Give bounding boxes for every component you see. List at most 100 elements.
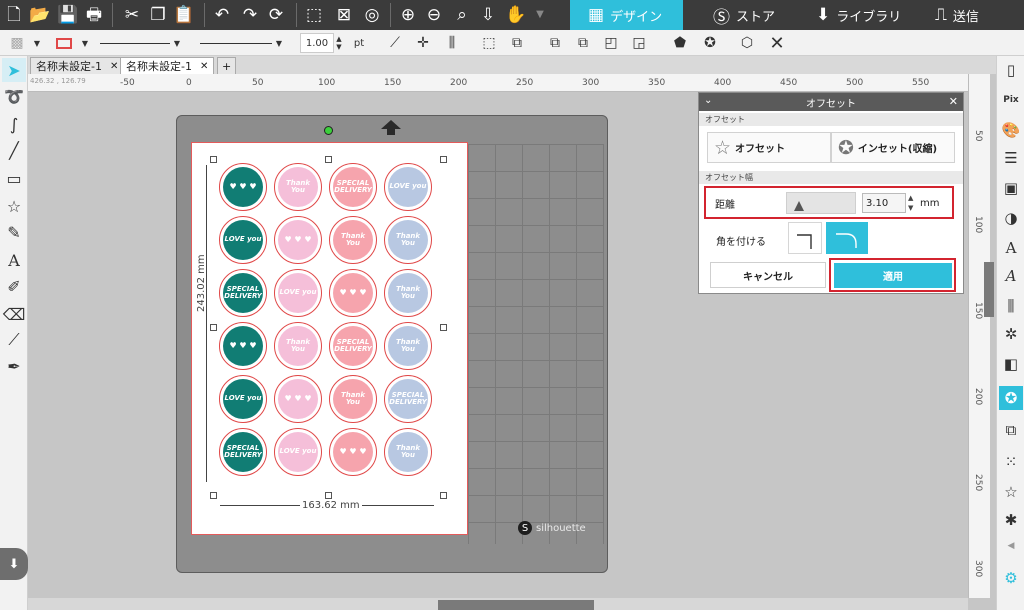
sticker-item[interactable]: ♥ ♥ ♥ — [219, 163, 267, 211]
resize-handle[interactable] — [440, 156, 447, 163]
sticker-item[interactable]: SPECIAL DELIVERY — [219, 269, 267, 317]
sticker-item[interactable]: Thank You — [384, 216, 432, 264]
select-all-icon[interactable]: ⬚ — [302, 3, 326, 27]
undo-icon[interactable]: ↶ — [210, 3, 234, 27]
sketch-icon[interactable]: ✐ — [2, 274, 26, 298]
offset-panel-icon[interactable]: ✪ — [999, 386, 1023, 410]
tab-store[interactable]: Ⓢ ストア — [683, 0, 796, 30]
offset-star-icon[interactable]: ✪ — [698, 33, 722, 53]
sketch-dots-icon[interactable]: ⁙ — [999, 450, 1023, 474]
cut-icon[interactable]: ✂ — [120, 3, 144, 27]
replicate-icon[interactable]: ✲ — [999, 322, 1023, 346]
pencil-icon[interactable]: ✎ — [2, 220, 26, 244]
resize-handle[interactable] — [325, 156, 332, 163]
apply-button[interactable]: 適用 — [834, 263, 952, 288]
fill-color-icon[interactable]: 🎨 — [999, 118, 1023, 142]
resize-handle[interactable] — [440, 324, 447, 331]
line-color-chevron-icon[interactable]: ▼ — [80, 33, 90, 53]
sticker-item[interactable]: Thank You — [329, 375, 377, 423]
select-by-color-icon[interactable]: ◎ — [360, 3, 384, 27]
sticker-item[interactable]: ♥ ♥ ♥ — [274, 216, 322, 264]
star-shape-icon[interactable]: ☆ — [2, 194, 26, 218]
inset-button[interactable]: ✪ インセット(収縮) — [831, 132, 955, 163]
sticker-item[interactable]: ♥ ♥ ♥ — [329, 428, 377, 476]
eraser-icon[interactable]: ⌫ — [2, 302, 26, 326]
favorites-star-icon[interactable]: ☆ — [999, 480, 1023, 504]
delete-x-icon[interactable]: ✕ — [766, 33, 788, 54]
fill-pattern-icon[interactable]: ▩ — [4, 33, 30, 53]
bring-forward-icon[interactable]: ⧉ — [544, 33, 566, 53]
select-arrow-icon[interactable]: ➤ — [2, 58, 26, 82]
distribute-icon[interactable]: ⫼ — [440, 33, 464, 53]
redo-icon[interactable]: ↷ — [238, 3, 262, 27]
sticker-item[interactable]: LOVE you — [384, 163, 432, 211]
text-to-path-icon[interactable]: A — [999, 264, 1023, 288]
doc-tab[interactable]: 名称未設定-1 ✕ — [30, 57, 125, 74]
sticker-item[interactable]: SPECIAL DELIVERY — [219, 428, 267, 476]
sticker-item[interactable]: Thank You — [274, 322, 322, 370]
eyedropper-icon[interactable]: ✒ — [2, 354, 26, 378]
resize-handle[interactable] — [210, 492, 217, 499]
settings-gear-icon[interactable]: ⚙ — [999, 566, 1023, 590]
trace-icon[interactable]: ⧉ — [999, 418, 1023, 442]
sticker-item[interactable]: Thank You — [384, 322, 432, 370]
corner-sharp-button[interactable] — [788, 222, 822, 254]
doc-tab-active[interactable]: 名称未設定-1 ✕ — [120, 57, 215, 74]
rectangle-tool-icon[interactable]: ▭ — [2, 166, 26, 190]
resize-handle[interactable] — [210, 324, 217, 331]
bring-front-icon[interactable]: ◰ — [600, 33, 622, 53]
sticker-item[interactable]: Thank You — [329, 216, 377, 264]
move-cross-icon[interactable]: ✛ — [412, 33, 434, 53]
sticker-item[interactable]: Thank You — [384, 428, 432, 476]
edit-points-icon[interactable]: ➰ — [2, 84, 26, 108]
new-tab-plus-icon[interactable]: + — [217, 57, 237, 74]
close-icon[interactable]: ✕ — [949, 95, 958, 108]
send-back-icon[interactable]: ◲ — [628, 33, 650, 53]
tab-library[interactable]: ⬇ ライブラリ — [796, 0, 909, 30]
sticker-item[interactable]: ♥ ♥ ♥ — [219, 322, 267, 370]
sticker-item[interactable]: ♥ ♥ ♥ — [274, 375, 322, 423]
pattern-icon[interactable]: ▣ — [999, 176, 1023, 200]
move-down-icon[interactable]: ⇩ — [476, 3, 500, 27]
close-icon[interactable]: ✕ — [200, 61, 208, 72]
rotate-handle[interactable] — [324, 126, 333, 135]
fill-dropdown-chevron-icon[interactable]: ▼ — [32, 33, 42, 53]
gradient-icon[interactable]: ◑ — [999, 206, 1023, 230]
new-file-icon[interactable]: 🗋 — [2, 3, 26, 27]
redraw-icon[interactable]: ⟳ — [264, 3, 288, 27]
sticker-item[interactable]: SPECIAL DELIVERY — [384, 375, 432, 423]
copy-icon[interactable]: ❐ — [146, 3, 170, 27]
sticker-item[interactable]: SPECIAL DELIVERY — [329, 163, 377, 211]
offset-button[interactable]: ☆ オフセット — [707, 132, 831, 163]
line-style-icon[interactable]: ☰ — [999, 146, 1023, 170]
horizontal-scroll-thumb[interactable] — [438, 600, 594, 610]
vertical-scroll-thumb[interactable] — [984, 262, 994, 317]
corner-round-button[interactable] — [826, 222, 868, 254]
toolbar-more-chevron-icon[interactable]: ▼ — [528, 3, 552, 27]
open-folder-icon[interactable]: 📂 — [28, 3, 52, 27]
scroll-left-icon[interactable]: ◀ — [999, 534, 1023, 558]
distance-input[interactable]: 3.10 — [862, 193, 906, 213]
line-width-spinner-icon[interactable]: ▲ ▼ — [335, 33, 343, 53]
sticker-item[interactable]: LOVE you — [274, 428, 322, 476]
sticker-item[interactable]: LOVE you — [219, 375, 267, 423]
send-backward-icon[interactable]: ⧉ — [572, 33, 594, 53]
line-tool-icon[interactable]: ╱ — [2, 138, 26, 162]
curve-icon[interactable]: ∫ — [2, 112, 26, 136]
sticker-item[interactable]: ♥ ♥ ♥ — [329, 269, 377, 317]
line-width-input[interactable]: 1.00 — [300, 33, 334, 53]
close-icon[interactable]: ✕ — [110, 61, 118, 72]
tab-send[interactable]: ⎍ 送信 — [909, 0, 1024, 30]
cancel-button[interactable]: キャンセル — [710, 262, 826, 288]
slider-thumb-icon[interactable] — [794, 201, 804, 211]
pan-hand-icon[interactable]: ✋ — [504, 3, 528, 27]
sticker-item[interactable]: LOVE you — [274, 269, 322, 317]
design-ideas-icon[interactable]: ✱ — [999, 508, 1023, 532]
zoom-out-icon[interactable]: ⊖ — [422, 3, 446, 27]
print-icon[interactable]: 🖶 — [82, 3, 106, 27]
save-icon[interactable]: 💾 — [56, 3, 80, 27]
distance-spinner-icon[interactable]: ▲ ▼ — [908, 193, 916, 213]
tab-design[interactable]: ▦ デザイン — [570, 0, 683, 30]
resize-handle[interactable] — [440, 492, 447, 499]
chevron-down-icon[interactable]: ⌄ — [704, 95, 712, 106]
